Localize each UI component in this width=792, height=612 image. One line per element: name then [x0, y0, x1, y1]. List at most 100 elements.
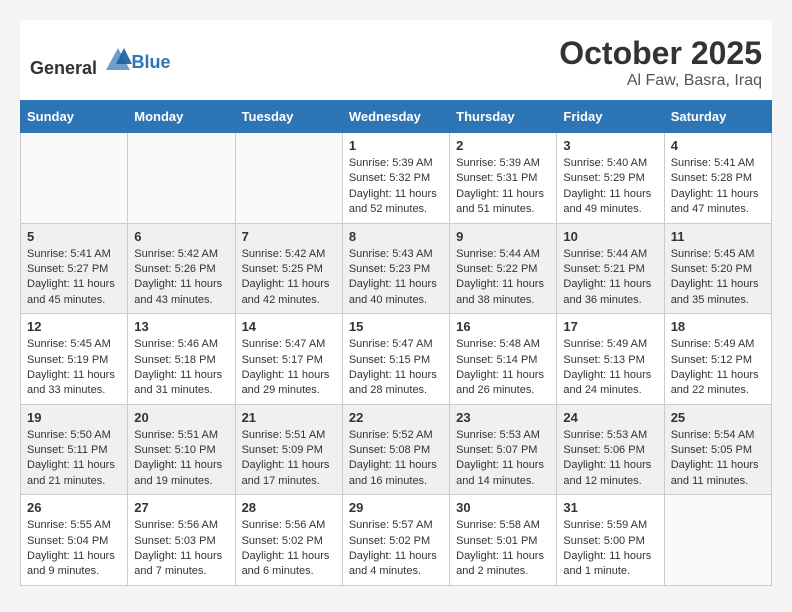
calendar-week-row: 1Sunrise: 5:39 AMSunset: 5:32 PMDaylight… [21, 133, 772, 224]
logo-icon [104, 46, 132, 74]
cell-text: Daylight: 11 hours [349, 277, 443, 292]
cell-text: and 43 minutes. [134, 293, 228, 308]
logo-blue: Blue [132, 52, 171, 72]
cell-text: Sunrise: 5:42 AM [134, 247, 228, 262]
cell-text: Daylight: 11 hours [456, 368, 550, 383]
cell-text: Sunrise: 5:56 AM [242, 518, 336, 533]
calendar-cell: 10Sunrise: 5:44 AMSunset: 5:21 PMDayligh… [557, 223, 664, 314]
cell-text: Sunrise: 5:48 AM [456, 337, 550, 352]
cell-text: Daylight: 11 hours [134, 277, 228, 292]
calendar-cell: 12Sunrise: 5:45 AMSunset: 5:19 PMDayligh… [21, 314, 128, 405]
cell-text: Sunrise: 5:40 AM [563, 156, 657, 171]
cell-text: Daylight: 11 hours [671, 458, 765, 473]
calendar-cell: 30Sunrise: 5:58 AMSunset: 5:01 PMDayligh… [450, 495, 557, 586]
calendar-cell: 29Sunrise: 5:57 AMSunset: 5:02 PMDayligh… [342, 495, 449, 586]
cell-text: and 11 minutes. [671, 474, 765, 489]
cell-text: Sunset: 5:18 PM [134, 353, 228, 368]
calendar-cell: 28Sunrise: 5:56 AMSunset: 5:02 PMDayligh… [235, 495, 342, 586]
cell-text: and 45 minutes. [27, 293, 121, 308]
cell-text: Sunset: 5:14 PM [456, 353, 550, 368]
cell-text: Sunrise: 5:45 AM [671, 247, 765, 262]
cell-text: Sunset: 5:13 PM [563, 353, 657, 368]
cell-text: Sunset: 5:31 PM [456, 171, 550, 186]
cell-text: Sunrise: 5:50 AM [27, 428, 121, 443]
cell-text: Sunrise: 5:51 AM [134, 428, 228, 443]
day-number: 17 [563, 319, 657, 334]
calendar-week-row: 12Sunrise: 5:45 AMSunset: 5:19 PMDayligh… [21, 314, 772, 405]
title-area: October 2025 Al Faw, Basra, Iraq [559, 35, 762, 90]
cell-text: Daylight: 11 hours [349, 187, 443, 202]
cell-text: Sunrise: 5:44 AM [456, 247, 550, 262]
calendar-table: SundayMondayTuesdayWednesdayThursdayFrid… [20, 100, 772, 586]
calendar-cell: 5Sunrise: 5:41 AMSunset: 5:27 PMDaylight… [21, 223, 128, 314]
cell-text: Daylight: 11 hours [563, 187, 657, 202]
day-number: 29 [349, 500, 443, 515]
cell-text: Sunrise: 5:54 AM [671, 428, 765, 443]
cell-text: Sunrise: 5:47 AM [242, 337, 336, 352]
cell-text: Daylight: 11 hours [456, 277, 550, 292]
day-number: 18 [671, 319, 765, 334]
calendar-header-sunday: Sunday [21, 101, 128, 133]
cell-text: and 17 minutes. [242, 474, 336, 489]
cell-text: Sunset: 5:15 PM [349, 353, 443, 368]
cell-text: Daylight: 11 hours [242, 368, 336, 383]
cell-text: Sunset: 5:03 PM [134, 534, 228, 549]
day-number: 25 [671, 410, 765, 425]
cell-text: Sunrise: 5:42 AM [242, 247, 336, 262]
month-title: October 2025 [559, 35, 762, 72]
calendar-cell: 25Sunrise: 5:54 AMSunset: 5:05 PMDayligh… [664, 404, 771, 495]
calendar-cell: 19Sunrise: 5:50 AMSunset: 5:11 PMDayligh… [21, 404, 128, 495]
cell-text: and 14 minutes. [456, 474, 550, 489]
calendar-cell: 31Sunrise: 5:59 AMSunset: 5:00 PMDayligh… [557, 495, 664, 586]
cell-text: Sunrise: 5:58 AM [456, 518, 550, 533]
day-number: 19 [27, 410, 121, 425]
calendar-cell: 15Sunrise: 5:47 AMSunset: 5:15 PMDayligh… [342, 314, 449, 405]
cell-text: Sunrise: 5:41 AM [671, 156, 765, 171]
cell-text: and 19 minutes. [134, 474, 228, 489]
cell-text: Sunset: 5:12 PM [671, 353, 765, 368]
cell-text: Daylight: 11 hours [242, 458, 336, 473]
cell-text: and 40 minutes. [349, 293, 443, 308]
calendar-cell: 22Sunrise: 5:52 AMSunset: 5:08 PMDayligh… [342, 404, 449, 495]
calendar-header-wednesday: Wednesday [342, 101, 449, 133]
cell-text: and 24 minutes. [563, 383, 657, 398]
cell-text: Sunset: 5:01 PM [456, 534, 550, 549]
calendar-cell: 16Sunrise: 5:48 AMSunset: 5:14 PMDayligh… [450, 314, 557, 405]
calendar-cell: 27Sunrise: 5:56 AMSunset: 5:03 PMDayligh… [128, 495, 235, 586]
cell-text: and 1 minute. [563, 564, 657, 579]
cell-text: Sunset: 5:04 PM [27, 534, 121, 549]
cell-text: Daylight: 11 hours [27, 368, 121, 383]
cell-text: and 26 minutes. [456, 383, 550, 398]
cell-text: Sunrise: 5:47 AM [349, 337, 443, 352]
calendar-week-row: 19Sunrise: 5:50 AMSunset: 5:11 PMDayligh… [21, 404, 772, 495]
calendar-cell: 24Sunrise: 5:53 AMSunset: 5:06 PMDayligh… [557, 404, 664, 495]
cell-text: Sunrise: 5:39 AM [456, 156, 550, 171]
calendar-cell [664, 495, 771, 586]
cell-text: Sunset: 5:26 PM [134, 262, 228, 277]
cell-text: Sunset: 5:22 PM [456, 262, 550, 277]
calendar-cell: 9Sunrise: 5:44 AMSunset: 5:22 PMDaylight… [450, 223, 557, 314]
cell-text: Daylight: 11 hours [242, 549, 336, 564]
cell-text: Daylight: 11 hours [27, 549, 121, 564]
cell-text: and 6 minutes. [242, 564, 336, 579]
cell-text: Sunrise: 5:53 AM [563, 428, 657, 443]
cell-text: Sunrise: 5:43 AM [349, 247, 443, 262]
day-number: 5 [27, 229, 121, 244]
cell-text: Sunset: 5:06 PM [563, 443, 657, 458]
calendar-cell: 13Sunrise: 5:46 AMSunset: 5:18 PMDayligh… [128, 314, 235, 405]
cell-text: and 16 minutes. [349, 474, 443, 489]
cell-text: Daylight: 11 hours [671, 277, 765, 292]
cell-text: Sunset: 5:10 PM [134, 443, 228, 458]
calendar-header-row: SundayMondayTuesdayWednesdayThursdayFrid… [21, 101, 772, 133]
day-number: 22 [349, 410, 443, 425]
cell-text: and 31 minutes. [134, 383, 228, 398]
cell-text: Daylight: 11 hours [456, 187, 550, 202]
cell-text: Sunrise: 5:53 AM [456, 428, 550, 443]
cell-text: Sunset: 5:09 PM [242, 443, 336, 458]
cell-text: Sunrise: 5:55 AM [27, 518, 121, 533]
day-number: 26 [27, 500, 121, 515]
header: General Blue October 2025 Al Faw, Basra,… [20, 20, 772, 100]
cell-text: and 12 minutes. [563, 474, 657, 489]
cell-text: Daylight: 11 hours [349, 368, 443, 383]
calendar-cell: 8Sunrise: 5:43 AMSunset: 5:23 PMDaylight… [342, 223, 449, 314]
